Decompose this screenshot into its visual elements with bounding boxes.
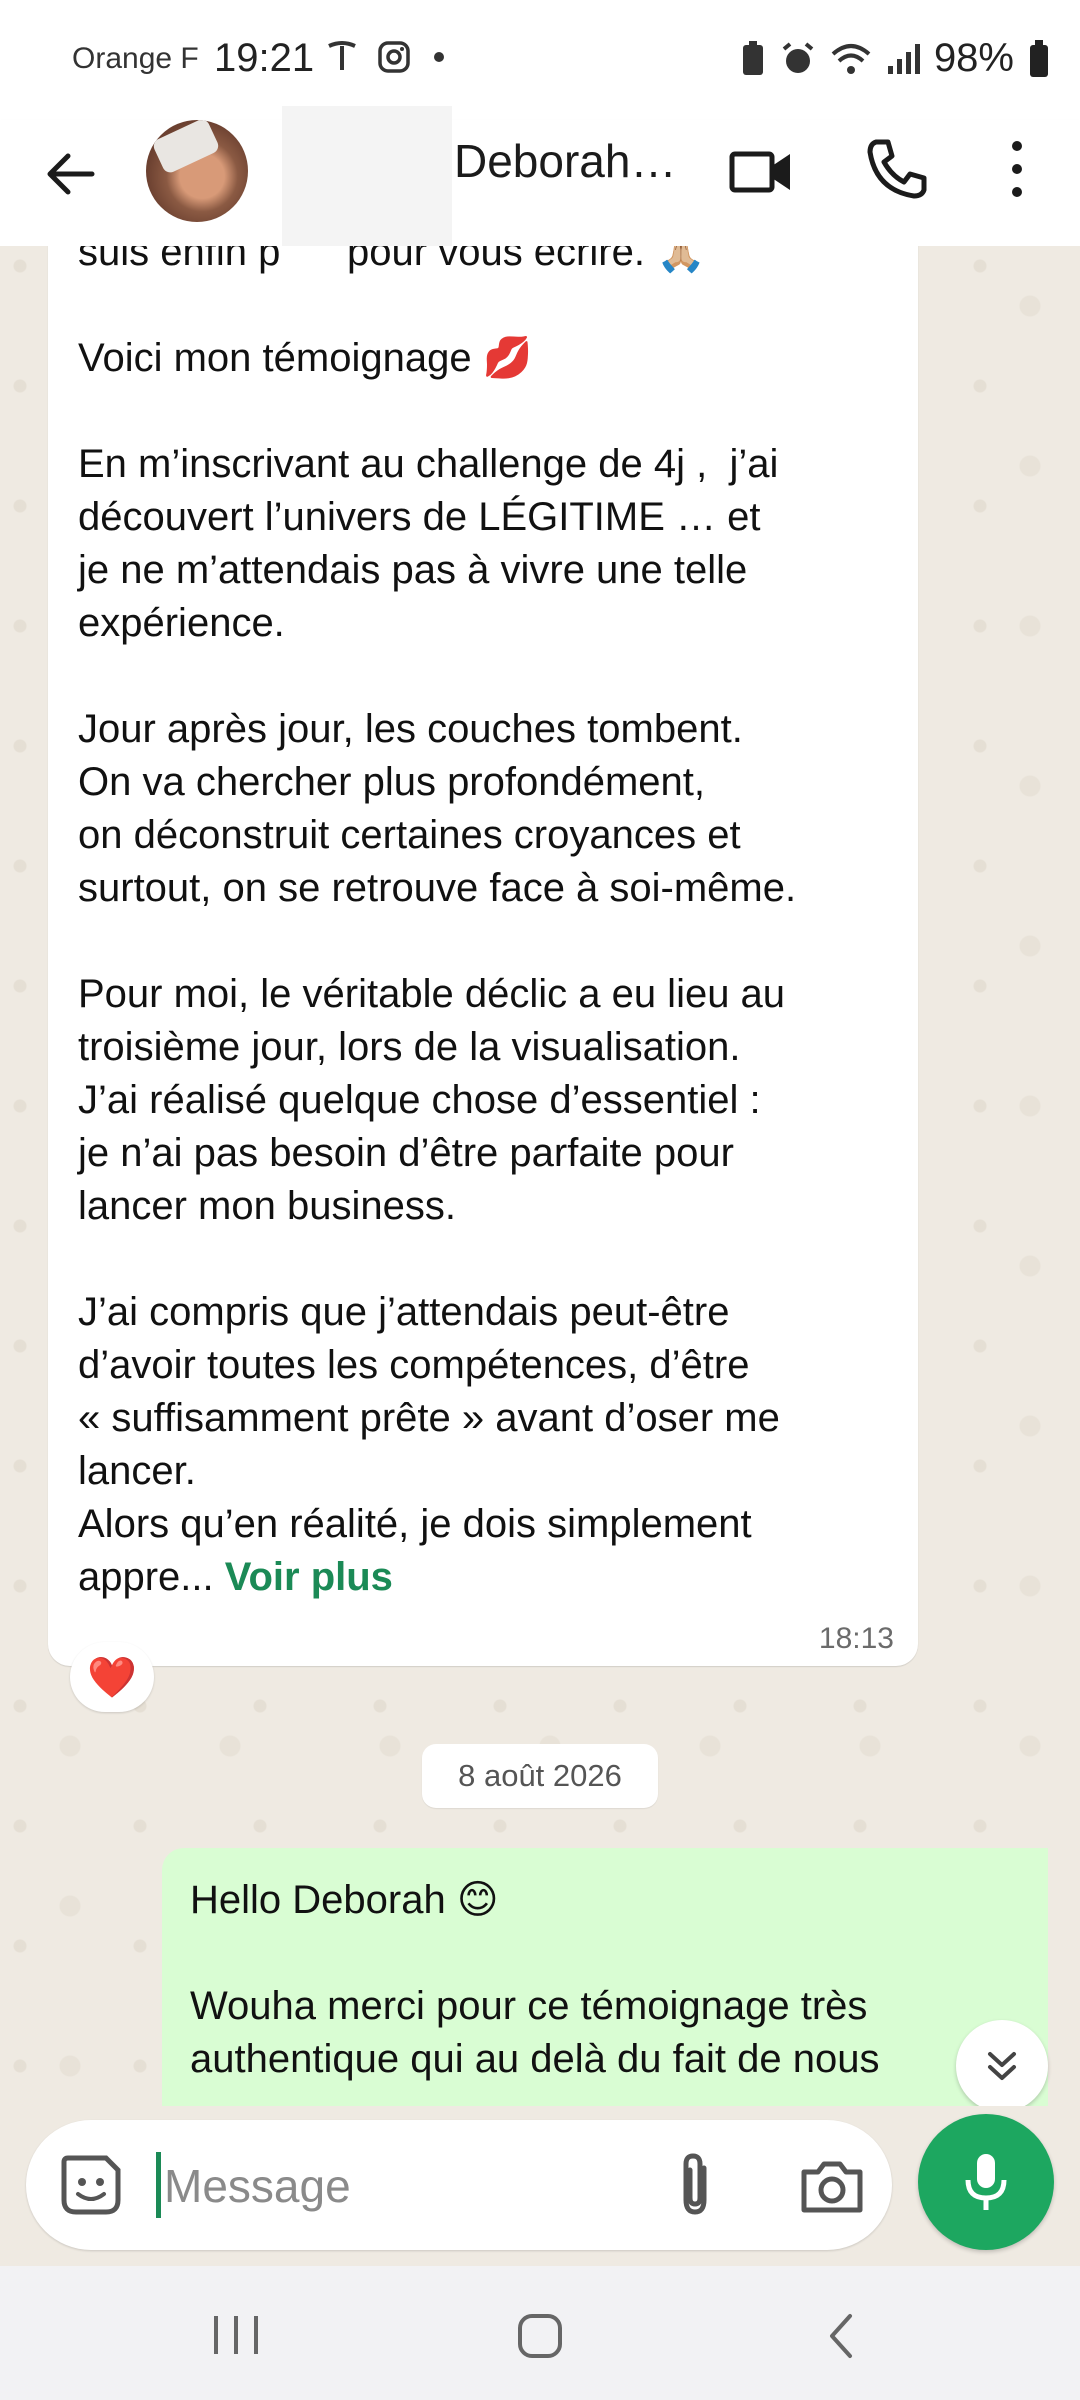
system-icons: 98%	[740, 36, 1050, 81]
heart-reaction[interactable]: ❤️	[70, 1642, 154, 1712]
sticker-icon	[61, 2155, 121, 2215]
back-button[interactable]	[34, 138, 106, 210]
more-options-button[interactable]	[992, 134, 1042, 204]
dot-icon	[434, 52, 444, 62]
double-chevron-down-icon	[988, 2052, 1016, 2080]
incoming-message-text: suis enfin p pour vous écrire. 🙏🏼 Voici …	[78, 246, 908, 1604]
incoming-message-body: suis enfin p pour vous écrire. 🙏🏼 Voici …	[78, 246, 797, 1599]
date-divider: 8 août 2026	[422, 1744, 658, 1808]
sticker-button[interactable]	[56, 2150, 126, 2220]
video-call-button[interactable]	[728, 136, 798, 206]
outgoing-message-bubble[interactable]: Hello Deborah 😊 Wouha merci pour ce témo…	[162, 1848, 1048, 2116]
camera-icon	[801, 2161, 863, 2213]
home-icon	[518, 2314, 562, 2358]
battery-percent: 98%	[933, 36, 1014, 80]
home-button[interactable]	[510, 2306, 570, 2366]
chat-area[interactable]: suis enfin p pour vous écrire. 🙏🏼 Voici …	[0, 246, 1080, 2116]
microphone-icon	[965, 2154, 1007, 2210]
scroll-to-bottom-button[interactable]	[956, 2020, 1048, 2112]
contact-name[interactable]: Deborah…	[454, 134, 676, 188]
status-bar: Orange F 19:21 98%	[0, 0, 1080, 120]
battery-saver-icon	[742, 40, 763, 75]
contact-avatar[interactable]	[146, 120, 248, 222]
recent-apps-button[interactable]	[206, 2312, 266, 2358]
instagram-icon	[378, 41, 410, 73]
redacted-area	[282, 106, 452, 246]
carrier-label: Orange F	[72, 42, 199, 75]
message-input[interactable]	[162, 2140, 646, 2232]
more-vertical-icon	[1012, 141, 1022, 197]
recent-apps-icon	[214, 2316, 258, 2354]
battery-icon	[1030, 39, 1048, 77]
paperclip-icon	[683, 2153, 707, 2215]
clock: 19:21	[214, 36, 315, 80]
incoming-message-bubble[interactable]: suis enfin p pour vous écrire. 🙏🏼 Voici …	[48, 246, 918, 1666]
arrow-left-icon	[47, 153, 95, 195]
outgoing-message-text: Hello Deborah 😊 Wouha merci pour ce témo…	[190, 1878, 880, 2081]
attach-button[interactable]	[660, 2148, 730, 2222]
system-navigation-bar	[0, 2266, 1080, 2400]
alarm-icon	[782, 41, 814, 73]
message-timestamp: 18:13	[818, 1622, 894, 1655]
voice-call-button[interactable]	[862, 134, 932, 204]
message-composer[interactable]	[26, 2120, 892, 2250]
camera-button[interactable]	[796, 2150, 868, 2222]
video-camera-icon	[729, 151, 790, 193]
chat-header: Deborah…	[0, 106, 1080, 246]
notification-icons	[325, 40, 449, 74]
system-back-button[interactable]	[812, 2306, 872, 2366]
tesla-icon	[328, 41, 356, 70]
signal-icon	[887, 43, 920, 74]
chevron-left-icon	[830, 2314, 852, 2358]
read-more-link[interactable]: Voir plus	[225, 1555, 393, 1599]
phone-icon	[867, 139, 927, 199]
voice-message-button[interactable]	[918, 2114, 1054, 2250]
wifi-icon	[831, 43, 871, 74]
text-cursor	[156, 2152, 161, 2218]
